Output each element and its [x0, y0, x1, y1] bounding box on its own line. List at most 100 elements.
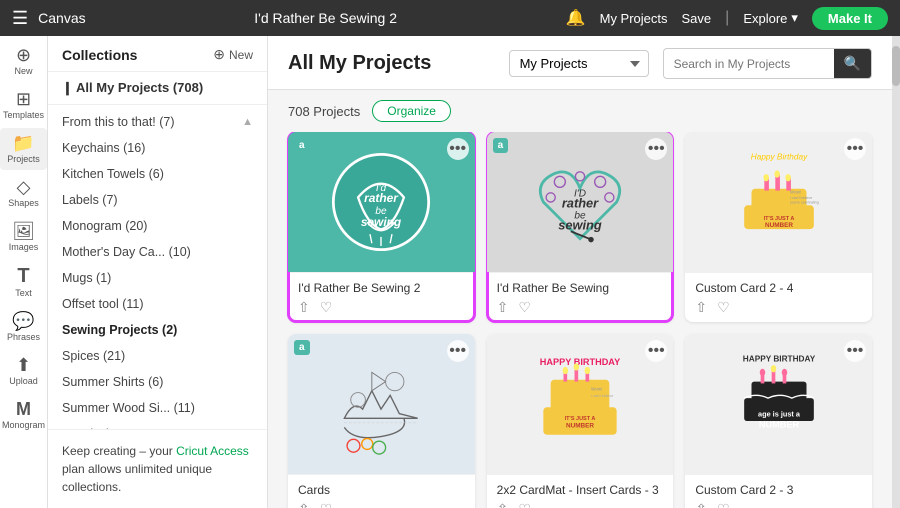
- new-collection-button[interactable]: ⊕ New: [213, 46, 253, 63]
- scrollbar-thumb[interactable]: [892, 46, 900, 86]
- collections-header: Collections ⊕ New: [48, 36, 267, 72]
- collection-item-from-this[interactable]: From this to that! (7) ▲: [48, 109, 267, 135]
- text-icon: T: [17, 266, 29, 286]
- collection-item-spices[interactable]: Spices (21): [48, 343, 267, 369]
- collection-item-kitchen-towels[interactable]: Kitchen Towels (6): [48, 161, 267, 187]
- card-actions-3: ⇧ ♡: [695, 299, 862, 316]
- sidebar-item-phrases[interactable]: 💬 Phrases: [0, 306, 47, 348]
- all-projects-item[interactable]: ❙ All My Projects (708): [48, 72, 267, 105]
- card-actions-5: ⇧ ♡: [497, 501, 664, 508]
- sidebar-item-projects[interactable]: 📁 Projects: [0, 128, 47, 170]
- projects-grid: a ••• I'd rather be sewing: [288, 132, 872, 508]
- card-badge-4: a: [294, 340, 310, 355]
- svg-text:rather: rather: [562, 196, 599, 211]
- collections-list: From this to that! (7) ▲ Keychains (16) …: [48, 105, 267, 429]
- bell-icon[interactable]: 🔔: [566, 8, 586, 28]
- svg-text:you're celebrating: you're celebrating: [790, 200, 819, 204]
- heart-icon-3[interactable]: ♡: [717, 299, 730, 316]
- right-scrollbar[interactable]: [892, 36, 900, 508]
- search-button[interactable]: 🔍: [834, 49, 871, 78]
- share-icon-1[interactable]: ⇧: [298, 299, 310, 316]
- collection-item-monogram[interactable]: Monogram (20): [48, 213, 267, 239]
- card-name-6: Custom Card 2 - 3: [695, 483, 862, 497]
- upload-icon: ⬆: [16, 356, 31, 374]
- card-menu-1[interactable]: •••: [447, 138, 469, 160]
- search-input[interactable]: [664, 52, 834, 76]
- organize-button[interactable]: Organize: [372, 100, 451, 122]
- heart-icon-5[interactable]: ♡: [518, 501, 531, 508]
- share-icon-5[interactable]: ⇧: [497, 501, 509, 508]
- sidebar-item-templates[interactable]: ⊞ Templates: [0, 84, 47, 126]
- cricut-access-link[interactable]: Cricut Access: [176, 444, 249, 458]
- chevron-up-icon: ▲: [242, 116, 253, 128]
- share-icon-3[interactable]: ⇧: [695, 299, 707, 316]
- sidebar-item-images[interactable]: 🖼 Images: [0, 216, 47, 258]
- project-card-1[interactable]: a ••• I'd rather be sewing: [288, 132, 475, 322]
- nav-divider: |: [725, 9, 729, 27]
- nav-left: ☰ Canvas: [12, 8, 86, 29]
- save-link[interactable]: Save: [682, 11, 712, 26]
- sidebar-item-new[interactable]: ⊕ New: [0, 40, 47, 82]
- project-card-4[interactable]: a •••: [288, 334, 475, 508]
- collection-item-mugs[interactable]: Mugs (1): [48, 265, 267, 291]
- project-card-3[interactable]: ••• Happy Birthday: [685, 132, 872, 322]
- card-footer-4: Cards ⇧ ♡: [288, 474, 475, 508]
- share-icon-4[interactable]: ⇧: [298, 501, 310, 508]
- hamburger-icon[interactable]: ☰: [12, 8, 28, 29]
- card-footer-6: Custom Card 2 - 3 ⇧ ♡: [685, 474, 872, 508]
- my-projects-link[interactable]: My Projects: [600, 11, 668, 26]
- share-icon-6[interactable]: ⇧: [695, 501, 707, 508]
- project-card-6[interactable]: ••• HAPPY BIRTHDAY: [685, 334, 872, 508]
- card-menu-6[interactable]: •••: [844, 340, 866, 362]
- sidebar-item-upload[interactable]: ⬆ Upload: [0, 350, 47, 392]
- filter-select[interactable]: My Projects: [509, 50, 649, 77]
- phrases-icon: 💬: [12, 312, 34, 330]
- heart-icon-6[interactable]: ♡: [717, 501, 730, 508]
- card-name-3: Custom Card 2 - 4: [695, 281, 862, 295]
- icon-nav: ⊕ New ⊞ Templates 📁 Projects ◇ Shapes 🖼 …: [0, 36, 48, 508]
- card-menu-4[interactable]: •••: [447, 340, 469, 362]
- card-image-4: a •••: [288, 334, 475, 474]
- project-card-5[interactable]: ••• HAPPY BIRTHDAY IT'S: [487, 334, 674, 508]
- collection-item-summer-wood[interactable]: Summer Wood Si... (11): [48, 395, 267, 421]
- svg-text:HAPPY BIRTHDAY: HAPPY BIRTHDAY: [540, 357, 620, 367]
- svg-text:sewing: sewing: [558, 218, 602, 233]
- collection-item-offset[interactable]: Offset tool (11): [48, 291, 267, 317]
- card-menu-3[interactable]: •••: [844, 138, 866, 160]
- collection-item-labels[interactable]: Labels (7): [48, 187, 267, 213]
- chevron-down-icon: ▾: [791, 10, 798, 26]
- app-title: Canvas: [38, 10, 85, 26]
- sidebar-item-text[interactable]: T Text: [0, 260, 47, 304]
- project-title: I'd Rather Be Sewing 2: [98, 10, 554, 26]
- share-icon-2[interactable]: ⇧: [497, 299, 509, 316]
- content-header: All My Projects My Projects 🔍: [268, 36, 892, 90]
- footer-text-2: plan allows unlimited unique collections…: [62, 462, 212, 494]
- make-it-button[interactable]: Make It: [812, 7, 888, 30]
- projects-toolbar: 708 Projects Organize: [268, 90, 892, 132]
- heart-icon-2[interactable]: ♡: [518, 299, 531, 316]
- svg-text:age is just a: age is just a: [758, 409, 801, 418]
- card-actions-6: ⇧ ♡: [695, 501, 862, 508]
- sidebar-item-shapes[interactable]: ◇ Shapes: [0, 172, 47, 214]
- card-image-3: ••• Happy Birthday: [685, 132, 872, 272]
- sidebar-item-monogram[interactable]: M Monogram: [0, 394, 47, 436]
- heart-icon-4[interactable]: ♡: [320, 501, 333, 508]
- templates-icon: ⊞: [16, 90, 31, 108]
- collection-item-summer-shirts[interactable]: Summer Shirts (6): [48, 369, 267, 395]
- collection-item-text[interactable]: Text (13): [48, 421, 267, 429]
- projects-count: 708 Projects: [288, 104, 360, 119]
- collection-item-mothers-day[interactable]: Mother's Day Ca... (10): [48, 239, 267, 265]
- card-actions-1: ⇧ ♡: [298, 299, 465, 316]
- svg-text:HAPPY BIRTHDAY: HAPPY BIRTHDAY: [742, 354, 815, 363]
- explore-button[interactable]: Explore ▾: [743, 10, 798, 26]
- collection-item-keychains[interactable]: Keychains (16): [48, 135, 267, 161]
- svg-text:IT'S JUST A: IT'S JUST A: [565, 416, 596, 422]
- heart-icon-1[interactable]: ♡: [320, 299, 333, 316]
- svg-text:rather: rather: [364, 191, 399, 205]
- collection-item-sewing[interactable]: Sewing Projects (2): [48, 317, 267, 343]
- card-menu-5[interactable]: •••: [645, 340, 667, 362]
- svg-text:Happy Birthday: Happy Birthday: [750, 152, 807, 161]
- card-menu-2[interactable]: •••: [645, 138, 667, 160]
- project-card-2[interactable]: a ••• I'D rather be sewing: [487, 132, 674, 322]
- card-name-1: I'd Rather Be Sewing 2: [298, 281, 465, 295]
